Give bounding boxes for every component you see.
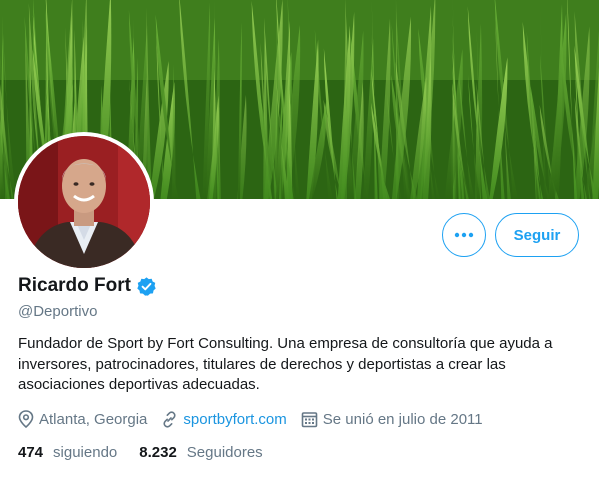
verified-badge-icon bbox=[137, 276, 156, 296]
profile-avatar[interactable] bbox=[14, 132, 154, 272]
location-item: Atlanta, Georgia bbox=[18, 410, 147, 428]
profile-handle: @Deportivo bbox=[18, 303, 98, 320]
link-icon bbox=[163, 410, 176, 428]
more-options-button[interactable] bbox=[442, 213, 486, 257]
profile-bio: Fundador de Sport by Fort Consulting. Un… bbox=[18, 335, 553, 393]
follow-button[interactable]: Seguir bbox=[495, 213, 579, 257]
followers-count: 8.232 bbox=[139, 444, 177, 461]
profile-name-row: Ricardo Fort bbox=[18, 275, 157, 297]
location-pin-icon bbox=[18, 410, 34, 428]
website-item[interactable]: sportbyfort.com bbox=[161, 410, 287, 428]
location-text: Atlanta, Georgia bbox=[39, 410, 148, 428]
avatar-photo bbox=[18, 136, 150, 268]
more-dots-icon bbox=[454, 232, 474, 238]
following-count: 474 bbox=[18, 444, 44, 461]
website-link[interactable]: sportbyfort.com bbox=[183, 411, 286, 428]
calendar-icon bbox=[301, 411, 318, 427]
profile-stats: 474 siguiendo 8.232 Seguidores bbox=[18, 444, 285, 461]
followers-label: Seguidores bbox=[186, 444, 263, 461]
following-label: siguiendo bbox=[53, 444, 118, 461]
joined-text: Se unió en julio de 2011 bbox=[322, 410, 483, 428]
following-stat[interactable]: 474 siguiendo bbox=[18, 444, 117, 461]
profile-meta: Atlanta, Georgia sportbyfort.com Se unió… bbox=[18, 410, 497, 428]
joined-item: Se unió en julio de 2011 bbox=[301, 411, 483, 428]
followers-stat[interactable]: 8.232 Seguidores bbox=[139, 444, 262, 461]
profile-name: Ricardo Fort bbox=[18, 275, 131, 296]
